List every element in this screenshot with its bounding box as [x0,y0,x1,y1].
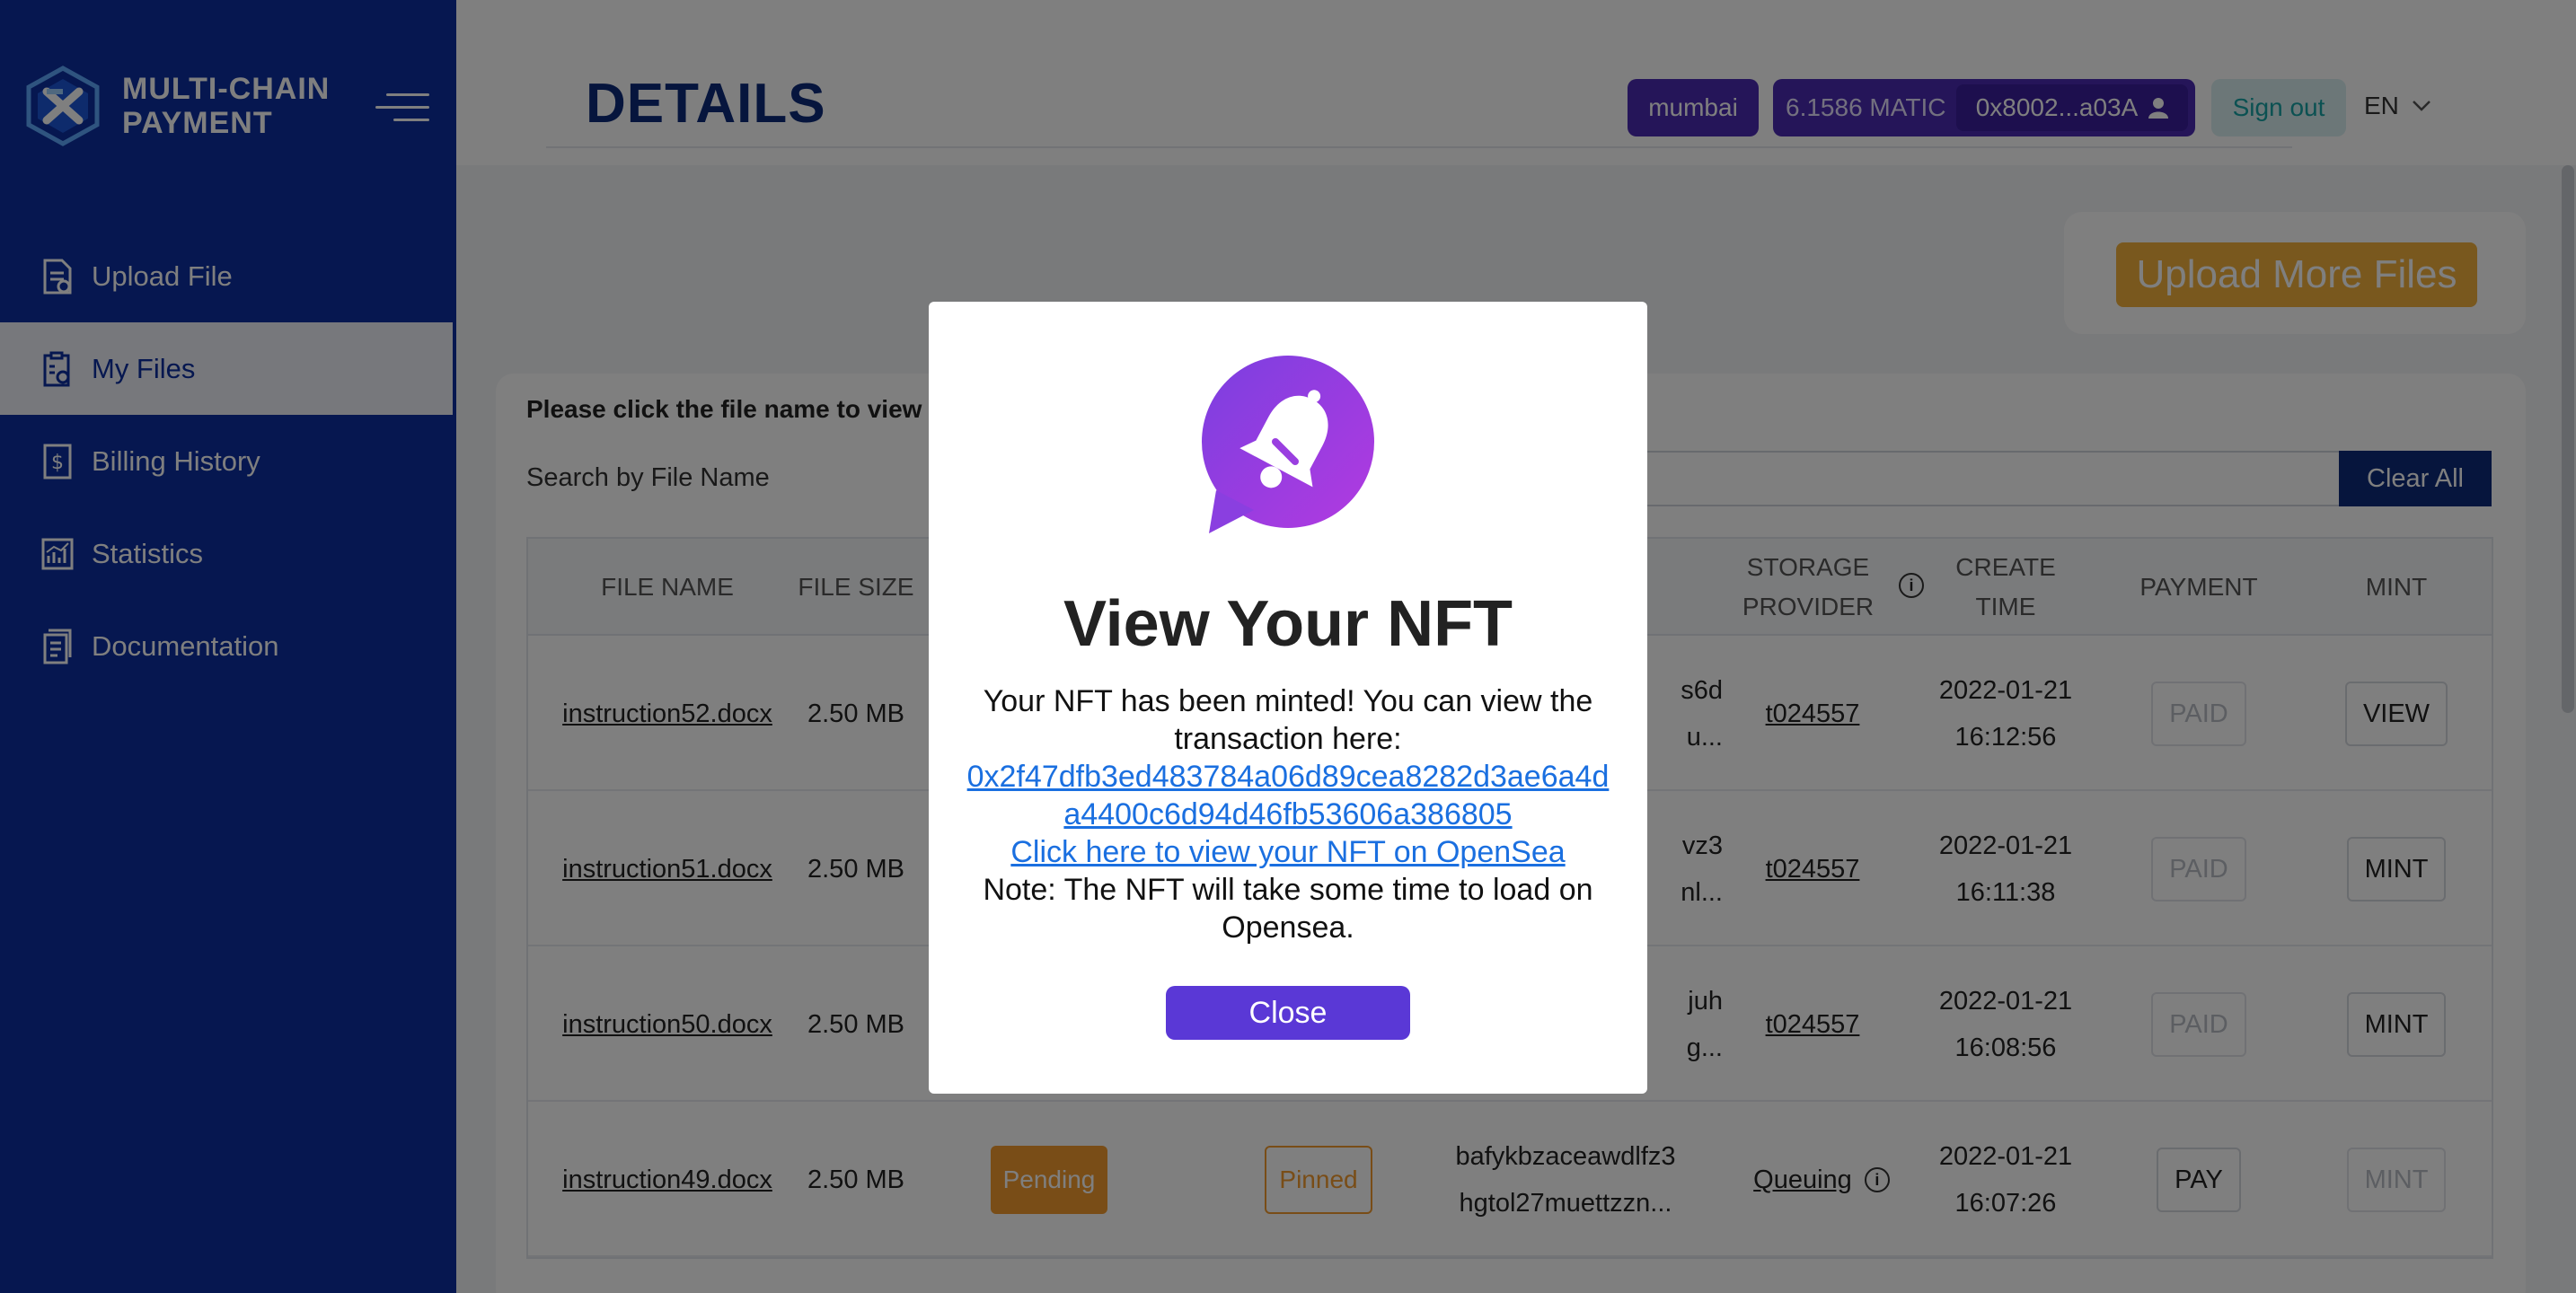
bell-notification-icon [1202,356,1374,533]
transaction-hash-link[interactable]: 0x2f47dfb3ed483784a06d89cea8282d3ae6a4da… [965,758,1611,833]
nft-modal: View Your NFT Your NFT has been minted! … [929,302,1647,1094]
modal-text: Your NFT has been minted! You can view t… [983,684,1593,756]
close-button[interactable]: Close [1166,986,1410,1040]
modal-title: View Your NFT [1063,588,1513,660]
modal-note: Note: The NFT will take some time to loa… [983,873,1593,945]
opensea-link[interactable]: Click here to view your NFT on OpenSea [965,833,1611,871]
modal-body: Your NFT has been minted! You can view t… [965,682,1611,946]
